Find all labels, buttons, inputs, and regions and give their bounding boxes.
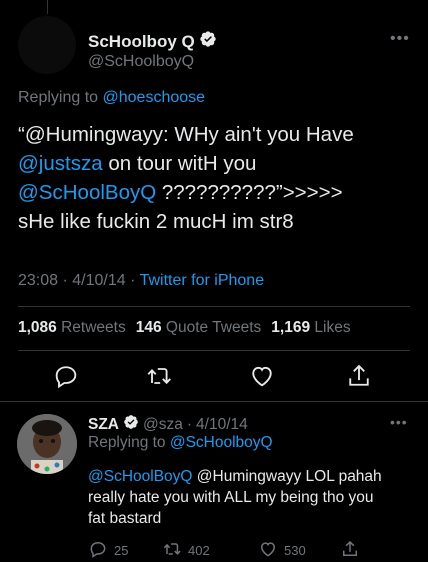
tweet-actions xyxy=(0,362,428,396)
likes-stat[interactable]: 1,169 Likes xyxy=(271,319,350,337)
tweet-text-fragment: ??????????”>>>>> xyxy=(156,181,343,204)
verified-badge-icon xyxy=(123,414,139,435)
tweet-text-line: @ScHoolBoyQ ??????????”>>>>> xyxy=(18,178,413,207)
reply-icon[interactable] xyxy=(52,362,80,390)
tweet-time[interactable]: 23:08 xyxy=(18,272,58,289)
retweet-icon xyxy=(162,539,182,562)
reply-text-line: fat bastard xyxy=(88,510,162,527)
tweet-stats: 1,086 Retweets 146 Quote Tweets 1,169 Li… xyxy=(18,319,351,337)
reply-actions: 25 402 530 xyxy=(88,539,428,561)
reply-button[interactable]: 25 xyxy=(88,539,128,562)
divider xyxy=(18,350,410,351)
divider xyxy=(0,401,428,402)
more-icon[interactable]: ••• xyxy=(390,414,408,430)
author-name-row[interactable]: ScHoolboy Q xyxy=(88,30,217,53)
retweets-count: 1,086 xyxy=(18,319,57,336)
tweet-text-line: “@Humingwayy: WHy ain't you Have xyxy=(18,123,354,146)
quotes-label: Quote Tweets xyxy=(165,319,262,336)
reply-icon xyxy=(88,539,108,562)
mention-link[interactable]: @justsza xyxy=(18,152,103,175)
mention-link[interactable]: @ScHoolBoyQ xyxy=(88,468,192,485)
likes-label: Likes xyxy=(314,319,351,336)
tweet-text-line: sHe like fuckin 2 mucH im str8 xyxy=(18,210,294,233)
mention-link[interactable]: @ScHoolBoyQ xyxy=(18,181,156,204)
thread-line xyxy=(47,0,48,14)
tweet-text-line: @justsza on tour witH you xyxy=(18,149,413,178)
reply-text-line: really hate you with ALL my being tho yo… xyxy=(88,489,374,506)
reply-text-fragment: @Humingwayy LOL pahah xyxy=(192,468,382,485)
replying-to-link[interactable]: @hoeschoose xyxy=(103,89,206,106)
share-icon[interactable] xyxy=(340,539,360,559)
display-name[interactable]: SZA xyxy=(88,416,119,434)
tweet-meta: 23:08 · 4/10/14 · Twitter for iPhone xyxy=(18,272,265,289)
author-handle[interactable]: @sza xyxy=(143,416,183,434)
like-count: 530 xyxy=(284,543,306,558)
tweet-date[interactable]: 4/10/14 xyxy=(196,416,248,434)
display-name[interactable]: ScHoolboy Q xyxy=(88,32,195,52)
retweets-label: Retweets xyxy=(61,319,126,336)
likes-count: 1,169 xyxy=(271,319,311,336)
tweet-date[interactable]: 4/10/14 xyxy=(72,272,125,289)
author-handle[interactable]: @ScHoolboyQ xyxy=(88,53,194,71)
avatar[interactable] xyxy=(17,414,77,474)
retweet-icon[interactable] xyxy=(145,362,173,390)
verified-badge-icon xyxy=(199,30,217,53)
reply-text-line: @ScHoolBoyQ @Humingwayy LOL pahah xyxy=(88,466,408,487)
replying-to-link[interactable]: @ScHoolboyQ xyxy=(170,434,273,451)
reply-text: @ScHoolBoyQ @Humingwayy LOL pahah really… xyxy=(88,466,408,529)
reply-author-row: SZA @sza · 4/10/14 xyxy=(88,414,248,435)
share-icon[interactable] xyxy=(345,362,373,390)
replying-prefix: Replying to xyxy=(88,434,170,451)
dot-separator: · xyxy=(186,415,193,433)
heart-icon[interactable] xyxy=(248,362,276,390)
avatar[interactable] xyxy=(18,16,76,74)
more-icon[interactable]: ••• xyxy=(390,30,410,48)
quotes-stat[interactable]: 146 Quote Tweets xyxy=(136,319,262,337)
quotes-count: 146 xyxy=(135,319,162,336)
retweet-count: 402 xyxy=(188,543,210,558)
retweet-button[interactable]: 402 xyxy=(162,539,210,562)
replying-to: Replying to @hoeschoose xyxy=(18,89,205,107)
heart-icon xyxy=(258,539,278,562)
replying-prefix: Replying to xyxy=(18,89,103,106)
tweet-text-fragment: on tour witH you xyxy=(102,152,257,175)
replying-to: Replying to @ScHoolboyQ xyxy=(88,434,273,452)
tweet-text: “@Humingwayy: WHy ain't you Have @justsz… xyxy=(18,120,413,236)
tweet-source[interactable]: Twitter for iPhone xyxy=(140,272,265,289)
like-button[interactable]: 530 xyxy=(258,539,306,562)
retweets-stat[interactable]: 1,086 Retweets xyxy=(18,319,126,337)
reply-count: 25 xyxy=(114,543,129,558)
divider xyxy=(18,306,410,307)
